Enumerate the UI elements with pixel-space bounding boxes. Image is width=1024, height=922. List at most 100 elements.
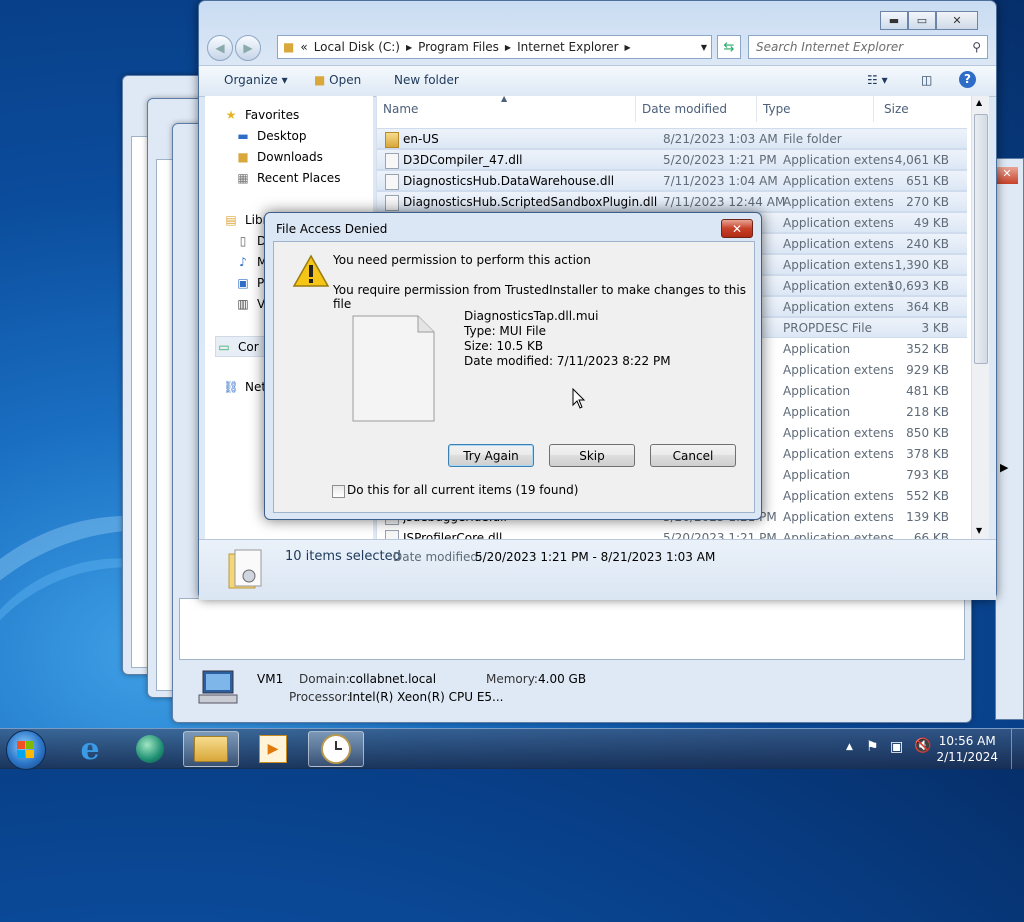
nav-desktop[interactable]: ▬ Desktop xyxy=(235,129,306,143)
file-size: 364 KB xyxy=(906,299,949,314)
file-name: en-US xyxy=(403,131,439,146)
address-prefix[interactable]: « xyxy=(300,40,307,54)
chevron-right-icon[interactable]: ▶ xyxy=(1000,461,1008,474)
open-button[interactable]: ■ Open xyxy=(314,73,361,87)
file-size: 270 KB xyxy=(906,194,949,209)
scrollbar-thumb[interactable] xyxy=(974,114,988,364)
dialog-close-button[interactable]: ✕ xyxy=(721,219,753,238)
processor-value: Intel(R) Xeon(R) CPU E5... xyxy=(349,690,504,704)
back-button[interactable]: ◀ xyxy=(207,35,233,61)
apply-all-label[interactable]: Do this for all current items (19 found) xyxy=(347,483,578,497)
refresh-button[interactable]: ⇆ xyxy=(717,35,741,59)
view-options-button[interactable]: ☷ ▾ xyxy=(867,73,888,87)
nav-favorites[interactable]: ★ Favorites xyxy=(223,108,300,122)
file-access-denied-dialog[interactable]: File Access Denied ✕ You need permission… xyxy=(264,212,762,520)
file-row[interactable]: DiagnosticsHub.ScriptedSandboxPlugin.dll… xyxy=(377,191,967,212)
file-size: 378 KB xyxy=(906,446,949,461)
taskbar-media-player[interactable]: ▶ xyxy=(245,731,301,767)
computer-icon xyxy=(197,667,241,707)
file-name: DiagnosticsTap.dll.mui xyxy=(464,309,599,323)
breadcrumb-arrow-icon[interactable]: ▶ xyxy=(406,43,412,52)
close-icon[interactable]: ✕ xyxy=(996,167,1018,184)
dialog-body: You need permission to perform this acti… xyxy=(273,241,755,513)
volume-muted-icon[interactable]: 🔇 xyxy=(914,738,931,754)
dialog-submessage: You require permission from TrustedInsta… xyxy=(333,283,746,311)
file-date-modified: Date modified: 7/11/2023 8:22 PM xyxy=(464,354,671,368)
file-type: Application extens... xyxy=(783,236,893,251)
folder-icon xyxy=(194,736,228,762)
scroll-down-icon[interactable]: ▼ xyxy=(976,526,982,535)
taskbar-windows-explorer[interactable] xyxy=(183,731,239,767)
system-clock[interactable]: 10:56 AM 2/11/2024 xyxy=(936,733,998,765)
skip-button[interactable]: Skip xyxy=(549,444,635,467)
preview-pane-button[interactable]: ◫ xyxy=(921,73,932,87)
background-window-right-edge[interactable]: ✕ ▶ xyxy=(995,158,1024,720)
show-hidden-icons[interactable]: ▲ xyxy=(846,742,853,752)
nav-network[interactable]: ⛓ Net xyxy=(223,380,266,394)
breadcrumb-arrow-icon[interactable]: ▶ xyxy=(505,43,511,52)
file-type: Application extens... xyxy=(783,446,893,461)
sort-ascending-icon: ▲ xyxy=(501,94,508,103)
nav-downloads[interactable]: ■ Downloads xyxy=(235,150,323,164)
file-size: 929 KB xyxy=(906,362,949,377)
column-size[interactable]: Size xyxy=(874,96,969,122)
column-type[interactable]: Type xyxy=(757,96,874,122)
file-size: 10,693 KB xyxy=(887,278,949,293)
breadcrumb-local-disk[interactable]: Local Disk (C:) xyxy=(314,40,400,54)
videos-icon: ▥ xyxy=(237,297,249,311)
file-size: 552 KB xyxy=(906,488,949,503)
show-desktop-button[interactable] xyxy=(1011,729,1024,769)
nav-videos[interactable]: ▥ V xyxy=(235,297,265,311)
apply-all-checkbox[interactable] xyxy=(332,485,345,498)
file-type: Application extens... xyxy=(783,278,893,293)
file-type: Application extens... xyxy=(783,173,893,188)
taskbar-internet-explorer[interactable]: e xyxy=(62,731,118,767)
address-bar[interactable]: ■ « Local Disk (C:) ▶ Program Files ▶ In… xyxy=(277,35,712,59)
minimize-button[interactable]: ▬ xyxy=(880,11,908,30)
action-center-flag-icon[interactable]: ⚑ xyxy=(866,739,879,755)
file-type: Application extens... xyxy=(783,257,893,272)
file-size: 240 KB xyxy=(906,236,949,251)
nav-libraries[interactable]: ▤ Libr xyxy=(223,213,267,227)
file-type: Application xyxy=(783,404,851,419)
file-row[interactable]: en-US 8/21/2023 1:03 AM File folder xyxy=(377,128,967,149)
close-button[interactable]: ✕ xyxy=(936,11,978,30)
file-size: 3 KB xyxy=(921,320,949,335)
app-globe-icon xyxy=(136,735,164,763)
file-type: PROPDESC File xyxy=(783,320,872,335)
pictures-icon: ▣ xyxy=(237,276,249,290)
taskbar-clock-app[interactable] xyxy=(308,731,364,767)
search-icon[interactable]: ⚲ xyxy=(972,40,981,54)
organize-button[interactable]: Organize ▾ xyxy=(224,73,288,87)
breadcrumb-arrow-icon[interactable]: ▶ xyxy=(625,43,631,52)
date-modified-label: Date modified: xyxy=(393,550,483,564)
mouse-cursor xyxy=(572,387,586,413)
domain-value: collabnet.local xyxy=(349,672,437,686)
nav-pictures[interactable]: ▣ P xyxy=(235,276,264,290)
nav-recent-places[interactable]: ▦ Recent Places xyxy=(235,171,340,185)
scroll-up-icon[interactable]: ▲ xyxy=(976,98,982,107)
maximize-button[interactable]: ▭ xyxy=(908,11,936,30)
new-folder-button[interactable]: New folder xyxy=(394,73,459,87)
nav-documents[interactable]: ▯ D xyxy=(235,234,267,248)
search-input[interactable]: Search Internet Explorer ⚲ xyxy=(748,35,988,59)
try-again-button[interactable]: Try Again xyxy=(448,444,534,467)
start-button[interactable] xyxy=(6,730,46,770)
breadcrumb-internet-explorer[interactable]: Internet Explorer xyxy=(517,40,618,54)
taskbar-app-circle[interactable] xyxy=(122,731,178,767)
help-icon[interactable]: ? xyxy=(959,71,976,88)
column-name[interactable]: Name ▲ xyxy=(377,94,636,122)
file-row[interactable]: D3DCompiler_47.dll 5/20/2023 1:21 PM Appli… xyxy=(377,149,967,170)
vertical-scrollbar[interactable]: ▲ ▼ xyxy=(971,96,989,539)
nav-music[interactable]: ♪ M xyxy=(235,255,267,269)
network-tray-icon[interactable]: ▣ xyxy=(890,739,903,755)
windows-logo-icon xyxy=(17,741,35,759)
folder-icon: ■ xyxy=(283,40,295,54)
cancel-button[interactable]: Cancel xyxy=(650,444,736,467)
desktop-icon: ▬ xyxy=(237,129,249,143)
breadcrumb-program-files[interactable]: Program Files xyxy=(418,40,499,54)
file-row[interactable]: DiagnosticsHub.DataWarehouse.dll 7/11/202… xyxy=(377,170,967,191)
column-date-modified[interactable]: Date modified xyxy=(636,96,757,122)
address-dropdown-icon[interactable]: ▼ xyxy=(701,43,707,52)
forward-button[interactable]: ▶ xyxy=(235,35,261,61)
